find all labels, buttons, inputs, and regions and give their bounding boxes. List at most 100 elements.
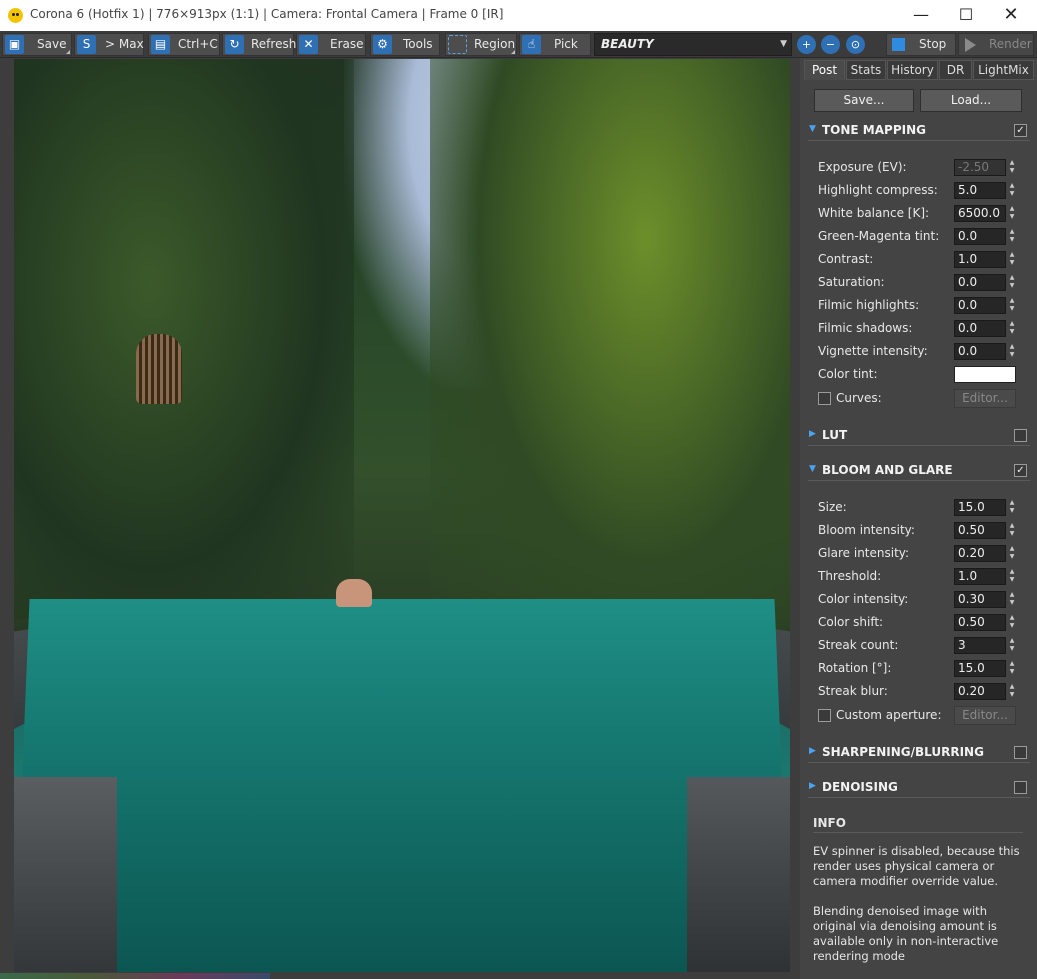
render-viewport[interactable] [0,58,800,979]
bloom-glare-value-field[interactable]: 0.50 [954,522,1006,539]
erase-button[interactable]: ✕ Erase [296,33,366,56]
bloom-glare-label: Glare intensity: [818,546,910,560]
dropdown-corner-icon [511,50,515,54]
copy-button[interactable]: ▤ Ctrl+C [148,33,220,56]
bloom-glare-checkbox[interactable]: ✓ [1014,464,1027,477]
tone-mapping-checkbox[interactable]: ✓ [1014,124,1027,137]
sharpening-header[interactable]: ▶ SHARPENING/BLURRING [808,743,1030,763]
tab-post[interactable]: Post [804,60,845,80]
refresh-button[interactable]: ↻ Refresh [222,33,296,56]
color-tint-swatch[interactable] [954,366,1016,383]
spinner-arrows-icon[interactable]: ▲ ▼ [1008,320,1016,337]
tone-mapping-value-field[interactable]: 6500.0 [954,205,1006,222]
aperture-editor-button[interactable]: Editor... [954,706,1016,725]
lut-header[interactable]: ▶ LUT [808,426,1030,446]
lut-checkbox[interactable] [1014,429,1027,442]
expand-arrow-icon: ▼ [809,464,816,474]
bloom-glare-row: Threshold: 1.0 ▲ ▼ [818,568,1018,586]
denoising-checkbox[interactable] [1014,781,1027,794]
spinner-arrows-icon[interactable]: ▲ ▼ [1008,228,1016,245]
bloom-glare-row: Rotation [°]: 15.0 ▲ ▼ [818,660,1018,678]
post-panel: Post Stats History DR LightMix Save... L… [800,58,1037,979]
custom-aperture-checkbox[interactable] [818,709,831,722]
zoom-fit-icon[interactable]: ⊙ [846,35,865,54]
bloom-glare-value-field[interactable]: 0.20 [954,545,1006,562]
sharpening-checkbox[interactable] [1014,746,1027,759]
to-max-button[interactable]: S > Max [74,33,144,56]
tone-mapping-row: Green-Magenta tint: 0.0 ▲ ▼ [818,228,1018,246]
load-preset-button[interactable]: Load... [920,89,1022,112]
spinner-arrows-icon[interactable]: ▲ ▼ [1008,568,1016,585]
spinner-arrows-icon[interactable]: ▲ ▼ [1008,545,1016,562]
close-button[interactable]: ✕ [988,0,1034,31]
maximize-button[interactable]: ☐ [943,0,989,31]
tone-mapping-header[interactable]: ▼ TONE MAPPING ✓ [808,121,1030,141]
curves-checkbox[interactable] [818,392,831,405]
save-preset-button[interactable]: Save... [814,89,914,112]
tone-mapping-value-field[interactable]: 0.0 [954,320,1006,337]
tone-mapping-value-field[interactable]: 1.0 [954,251,1006,268]
bloom-glare-row: Streak blur: 0.20 ▲ ▼ [818,683,1018,701]
pick-button[interactable]: ☝ Pick [519,33,591,56]
tone-mapping-label: Filmic shadows: [818,321,913,335]
zoom-in-icon[interactable]: + [797,35,816,54]
bloom-glare-row: Size: 15.0 ▲ ▼ [818,499,1018,517]
bloom-glare-value-field[interactable]: 0.20 [954,683,1006,700]
collapse-arrow-icon: ▶ [809,746,816,756]
tab-dr[interactable]: DR [939,60,972,80]
tone-mapping-row: Contrast: 1.0 ▲ ▼ [818,251,1018,269]
spinner-arrows-icon[interactable]: ▲ ▼ [1008,343,1016,360]
spinner-arrows-icon[interactable]: ▲ ▼ [1008,274,1016,291]
save-button[interactable]: ▣ Save [2,33,72,56]
tone-mapping-value-field[interactable]: 0.0 [954,274,1006,291]
tools-button[interactable]: ⚙ Tools [370,33,440,56]
denoising-header[interactable]: ▶ DENOISING [808,778,1030,798]
gear-icon: ⚙ [373,35,392,54]
spinner-arrows-icon[interactable]: ▲ ▼ [1008,205,1016,222]
bloom-glare-row: Color intensity: 0.30 ▲ ▼ [818,591,1018,609]
bloom-glare-label: Bloom intensity: [818,523,915,537]
region-button[interactable]: Region [445,33,517,56]
bloom-glare-value-field[interactable]: 3 [954,637,1006,654]
tab-lightmix[interactable]: LightMix [973,60,1034,80]
zoom-out-icon[interactable]: − [821,35,840,54]
spinner-arrows-icon[interactable]: ▲ ▼ [1008,499,1016,516]
bloom-glare-row: Glare intensity: 0.20 ▲ ▼ [818,545,1018,563]
clipboard-icon: ▤ [151,35,170,54]
tab-history[interactable]: History [887,60,938,80]
render-button[interactable]: Render [958,33,1034,56]
curves-editor-button[interactable]: Editor... [954,389,1016,408]
bloom-glare-value-field[interactable]: 0.30 [954,591,1006,608]
spinner-arrows-icon[interactable]: ▲ ▼ [1008,297,1016,314]
tab-stats[interactable]: Stats [846,60,886,80]
tone-mapping-row: Highlight compress: 5.0 ▲ ▼ [818,182,1018,200]
spinner-arrows-icon[interactable]: ▲ ▼ [1008,683,1016,700]
bloom-glare-value-field[interactable]: 15.0 [954,499,1006,516]
spinner-arrows-icon[interactable]: ▲ ▼ [1008,637,1016,654]
tone-mapping-value-field[interactable]: 0.0 [954,343,1006,360]
render-pass-select[interactable]: BEAUTY ▼ [594,33,792,56]
spinner-arrows-icon[interactable]: ▲ ▼ [1008,251,1016,268]
bloom-glare-value-field[interactable]: 0.50 [954,614,1006,631]
spinner-arrows-icon[interactable]: ▲ ▼ [1008,182,1016,199]
bloom-glare-label: Color shift: [818,615,884,629]
tone-mapping-label: Filmic highlights: [818,298,920,312]
bloom-glare-header[interactable]: ▼ BLOOM AND GLARE ✓ [808,461,1030,481]
tone-mapping-row: Vignette intensity: 0.0 ▲ ▼ [818,343,1018,361]
foliage-right [430,59,790,659]
bloom-glare-value-field[interactable]: 1.0 [954,568,1006,585]
spinner-arrows-icon[interactable]: ▲ ▼ [1008,660,1016,677]
spinner-arrows-icon[interactable]: ▲ ▼ [1008,591,1016,608]
spinner-arrows-icon[interactable]: ▲ ▼ [1008,159,1016,176]
bloom-glare-value-field[interactable]: 15.0 [954,660,1006,677]
tone-mapping-value-field[interactable]: 5.0 [954,182,1006,199]
spinner-arrows-icon[interactable]: ▲ ▼ [1008,614,1016,631]
tone-mapping-label: Vignette intensity: [818,344,928,358]
minimize-button[interactable]: — [898,0,944,31]
spinner-arrows-icon[interactable]: ▲ ▼ [1008,522,1016,539]
tone-mapping-value-field[interactable]: 0.0 [954,297,1006,314]
collapse-arrow-icon: ▶ [809,429,816,439]
stop-button[interactable]: Stop [886,33,956,56]
tone-mapping-label: Green-Magenta tint: [818,229,940,243]
tone-mapping-value-field[interactable]: 0.0 [954,228,1006,245]
